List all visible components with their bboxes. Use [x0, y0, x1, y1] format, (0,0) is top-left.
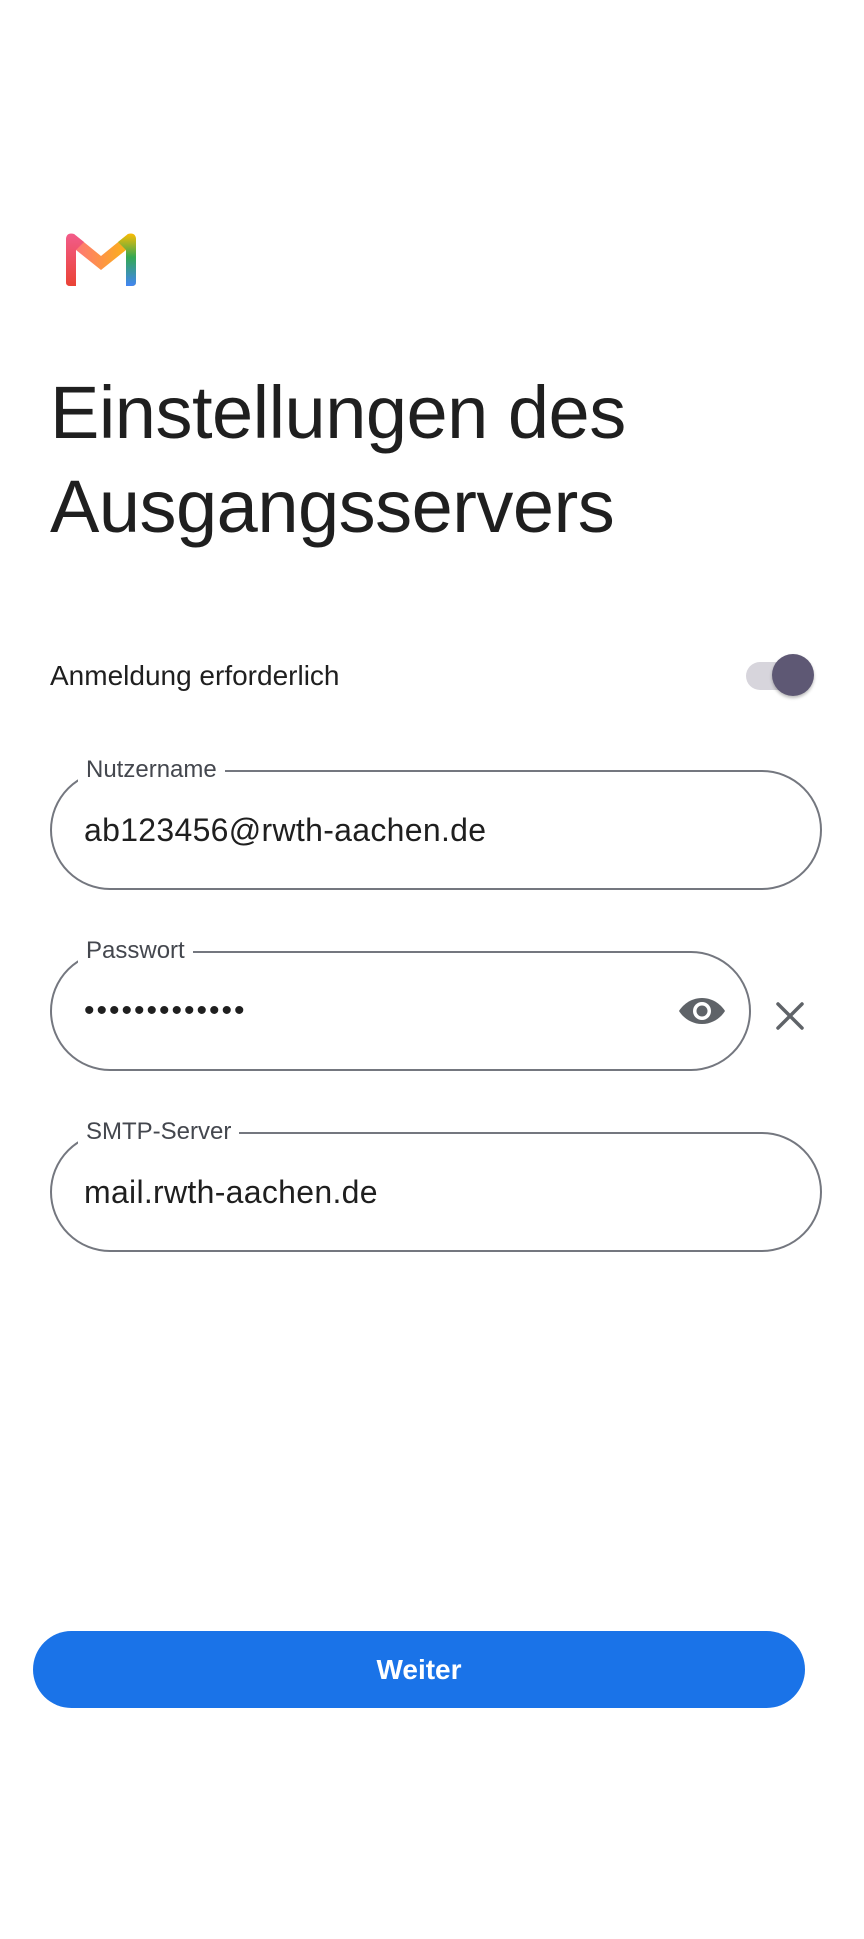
auth-required-switch[interactable]	[744, 650, 814, 700]
auth-required-row: Anmeldung erforderlich	[50, 650, 814, 700]
page-title-line-2: Ausgangsservers	[50, 465, 615, 548]
outgoing-server-settings-screen: Einstellungen des Ausgangsservers Anmeld…	[0, 0, 864, 1939]
username-label: Nutzername	[78, 753, 225, 787]
page-title-line-1: Einstellungen des	[50, 371, 626, 454]
password-label: Passwort	[78, 934, 193, 968]
smtp-server-input[interactable]: mail.rwth-aachen.de	[84, 1172, 378, 1212]
eye-icon[interactable]	[677, 991, 727, 1031]
auth-required-label: Anmeldung erforderlich	[50, 660, 340, 691]
next-button[interactable]: Weiter	[33, 1631, 805, 1708]
gmail-logo	[66, 233, 136, 286]
smtp-server-field[interactable]: SMTP-Server mail.rwth-aachen.de	[50, 1115, 822, 1252]
switch-thumb	[772, 654, 814, 696]
password-field[interactable]: Passwort •••••••••••••	[50, 934, 751, 1071]
password-input[interactable]: •••••••••••••	[84, 991, 247, 1031]
username-field[interactable]: Nutzername ab123456@rwth-aachen.de	[50, 753, 822, 890]
close-icon[interactable]	[770, 996, 810, 1036]
page-title: Einstellungen des Ausgangsservers	[50, 366, 830, 554]
smtp-server-label: SMTP-Server	[78, 1115, 240, 1149]
username-input[interactable]: ab123456@rwth-aachen.de	[84, 810, 486, 850]
